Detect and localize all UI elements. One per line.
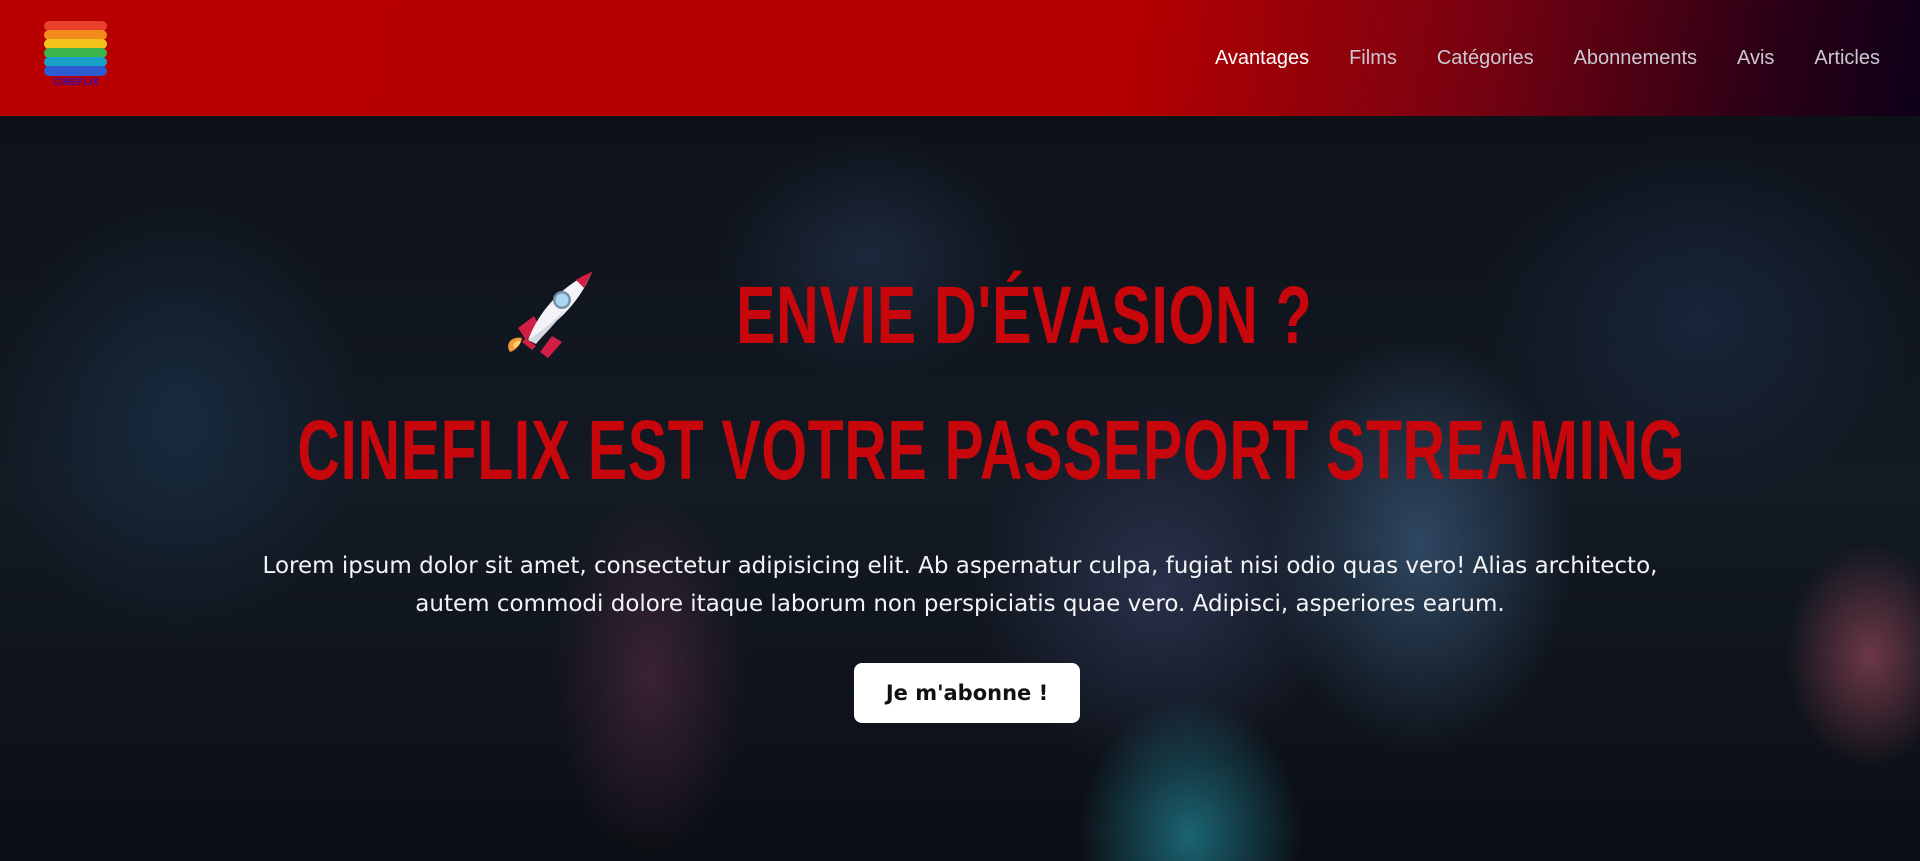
hero-description: Lorem ipsum dolor sit amet, consectetur … (190, 547, 1730, 623)
logo-stripe-blue (44, 66, 107, 76)
nav-link-avantages[interactable]: Avantages (1215, 47, 1309, 70)
nav-link-avis[interactable]: Avis (1737, 47, 1774, 70)
rocket-icon (496, 266, 596, 366)
hero-headline-line2: CINEFLIX EST VOTRE PASSEPORT STREAMING (0, 408, 1920, 492)
hero-description-line2: autem commodi dolore itaque laborum non … (415, 591, 1505, 617)
hero-headline-1: ENVIE D'ÉVASION ? (735, 270, 1313, 361)
navbar: CINEFLIX Avantages Films Catégories Abon… (0, 0, 1920, 116)
hero-headline-2: CINEFLIX EST VOTRE PASSEPORT STREAMING (297, 403, 1686, 497)
main-nav: Avantages Films Catégories Abonnements A… (1215, 0, 1880, 116)
cineflix-logo[interactable]: CINEFLIX (44, 21, 108, 95)
nav-link-articles[interactable]: Articles (1814, 47, 1880, 70)
nav-link-categories[interactable]: Catégories (1437, 47, 1534, 70)
hero-headline-line1: ENVIE D'ÉVASION ? (0, 266, 1920, 366)
logo-wordmark: CINEFLIX (53, 77, 99, 88)
hero-content: ENVIE D'ÉVASION ? CINEFLIX EST VOTRE PAS… (0, 116, 1920, 861)
subscribe-button[interactable]: Je m'abonne ! (854, 663, 1080, 723)
nav-link-abonnements[interactable]: Abonnements (1574, 47, 1697, 70)
hero-section: ENVIE D'ÉVASION ? CINEFLIX EST VOTRE PAS… (0, 116, 1920, 861)
hero-description-line1: Lorem ipsum dolor sit amet, consectetur … (262, 553, 1658, 579)
nav-link-films[interactable]: Films (1349, 47, 1397, 70)
